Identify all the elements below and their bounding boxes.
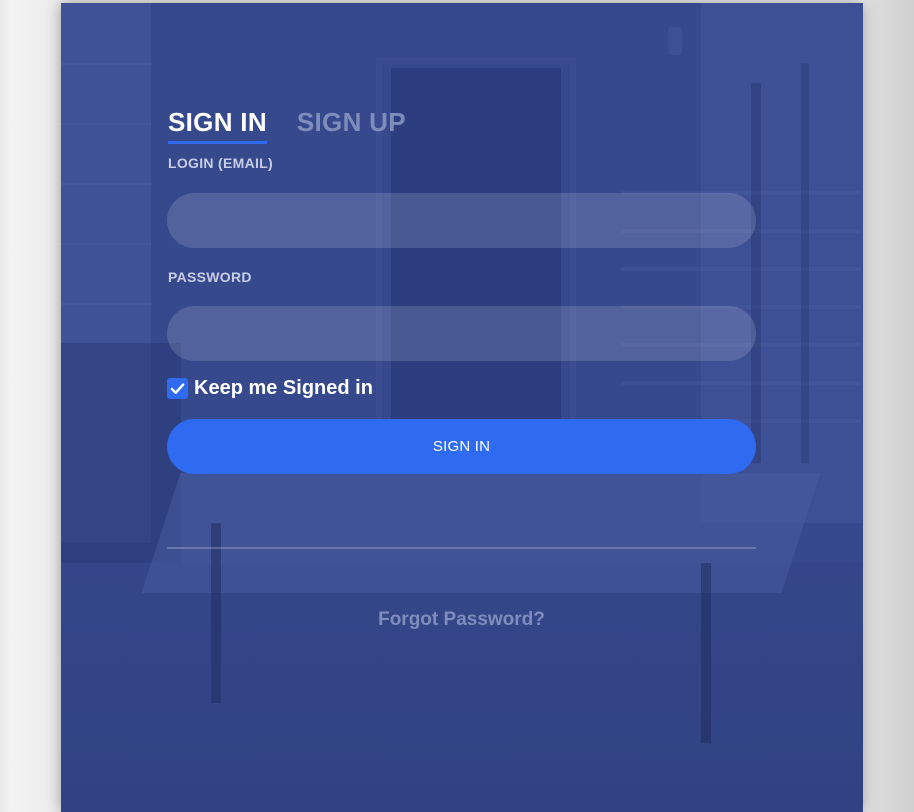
page-background: SIGN IN SIGN UP LOGIN (EMAIL) PASSWORD K… (0, 0, 914, 812)
divider (167, 547, 756, 549)
tab-sign-up[interactable]: SIGN UP (297, 107, 406, 144)
keep-signed-in-toggle[interactable]: Keep me Signed in (167, 377, 373, 400)
auth-tabs: SIGN IN SIGN UP (168, 107, 406, 144)
sign-in-button[interactable]: SIGN IN (167, 419, 756, 474)
keep-signed-in-label: Keep me Signed in (194, 377, 373, 399)
email-label: LOGIN (EMAIL) (168, 155, 273, 171)
password-field[interactable] (167, 306, 756, 361)
password-label: PASSWORD (168, 269, 252, 285)
keep-signed-in-checkbox[interactable] (167, 378, 188, 399)
email-field[interactable] (167, 193, 756, 248)
forgot-password-link[interactable]: Forgot Password? (167, 609, 756, 631)
login-card: SIGN IN SIGN UP LOGIN (EMAIL) PASSWORD K… (61, 3, 863, 812)
tab-sign-in[interactable]: SIGN IN (168, 107, 267, 144)
checkmark-icon (170, 383, 185, 394)
